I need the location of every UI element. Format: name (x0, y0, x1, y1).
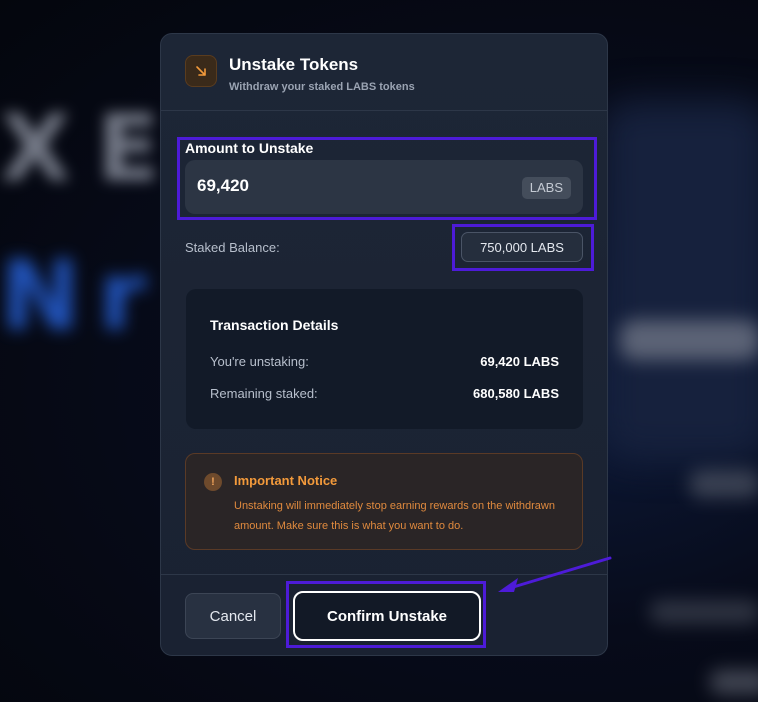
confirm-highlight-box (286, 581, 486, 648)
arrow-down-right-icon (185, 55, 217, 87)
balance-highlight-box (452, 224, 594, 271)
modal-subtitle: Withdraw your staked LABS tokens (229, 81, 415, 93)
important-notice: ! Important Notice Unstaking will immedi… (185, 453, 583, 550)
transaction-details: Transaction Details You're unstaking: 69… (186, 289, 583, 429)
unstaking-value: 69,420 LABS (480, 354, 559, 369)
background-button (650, 600, 758, 624)
notice-text: Unstaking will immediately stop earning … (234, 500, 555, 532)
remaining-label: Remaining staked: (210, 386, 318, 401)
cancel-button[interactable]: Cancel (185, 593, 281, 639)
notice-title: Important Notice (234, 473, 338, 488)
background-panel (600, 100, 758, 460)
annotation-arrow-icon (498, 556, 612, 592)
modal-title: Unstake Tokens (229, 55, 359, 74)
modal-header: Unstake Tokens Withdraw your staked LABS… (161, 34, 607, 111)
staked-balance-label: Staked Balance: (185, 240, 280, 255)
details-title: Transaction Details (210, 317, 339, 333)
exclamation-icon: ! (204, 473, 222, 491)
remaining-value: 680,580 LABS (473, 386, 559, 401)
background-button (620, 320, 758, 360)
background-text: Nr (0, 240, 164, 352)
background-button (710, 670, 758, 694)
background-button (690, 470, 758, 498)
background-text: XE (0, 95, 186, 202)
unstaking-label: You're unstaking: (210, 354, 309, 369)
amount-highlight-box (177, 137, 597, 220)
